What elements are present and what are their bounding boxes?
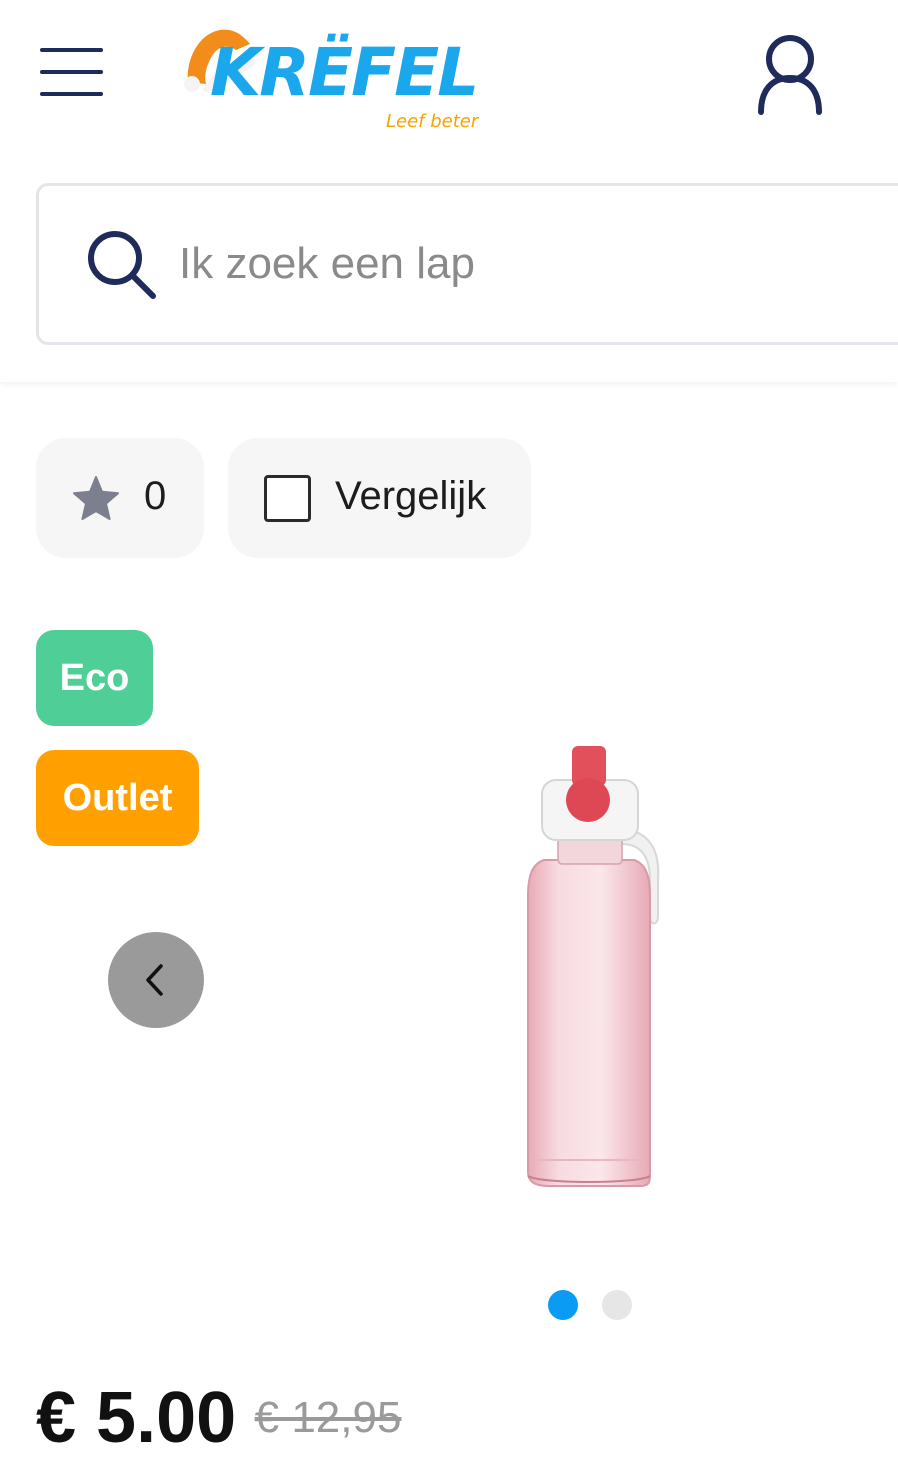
compare-toggle[interactable]: Vergelijk [228,438,531,558]
gallery-dot-1[interactable] [548,1290,578,1320]
favorites-count: 0 [144,474,167,518]
price-row: € 5.00 € 12,95 [36,1378,401,1458]
account-button[interactable] [752,32,828,122]
search-bar[interactable] [36,183,898,345]
compare-checkbox[interactable] [264,475,311,522]
outlet-badge: Outlet [36,750,199,846]
brand-logo[interactable]: KRËFEL Leef beter [180,20,490,140]
menu-button[interactable] [36,40,108,104]
gallery-dot-2[interactable] [602,1290,632,1320]
search-icon [88,231,156,299]
eco-badge: Eco [36,630,153,726]
gallery-prev-button[interactable] [108,932,204,1028]
site-header: KRËFEL Leef beter [0,0,898,382]
hamburger-icon-line-2 [40,70,103,74]
price-old: € 12,95 [254,1393,402,1442]
favorites-button[interactable]: 0 [36,438,204,558]
chevron-left-icon [146,964,163,996]
logo-wordmark: KRËFEL [210,34,479,111]
product-image-water-bottle [527,746,660,1187]
hamburger-icon-line-3 [40,92,103,96]
star-icon [73,476,119,520]
hamburger-icon-line-1 [40,48,103,52]
user-icon [758,35,822,115]
search-input[interactable] [179,226,879,302]
logo-tagline: Leef beter [386,111,479,132]
compare-label: Vergelijk [335,474,487,518]
price-current: € 5.00 [36,1378,237,1458]
